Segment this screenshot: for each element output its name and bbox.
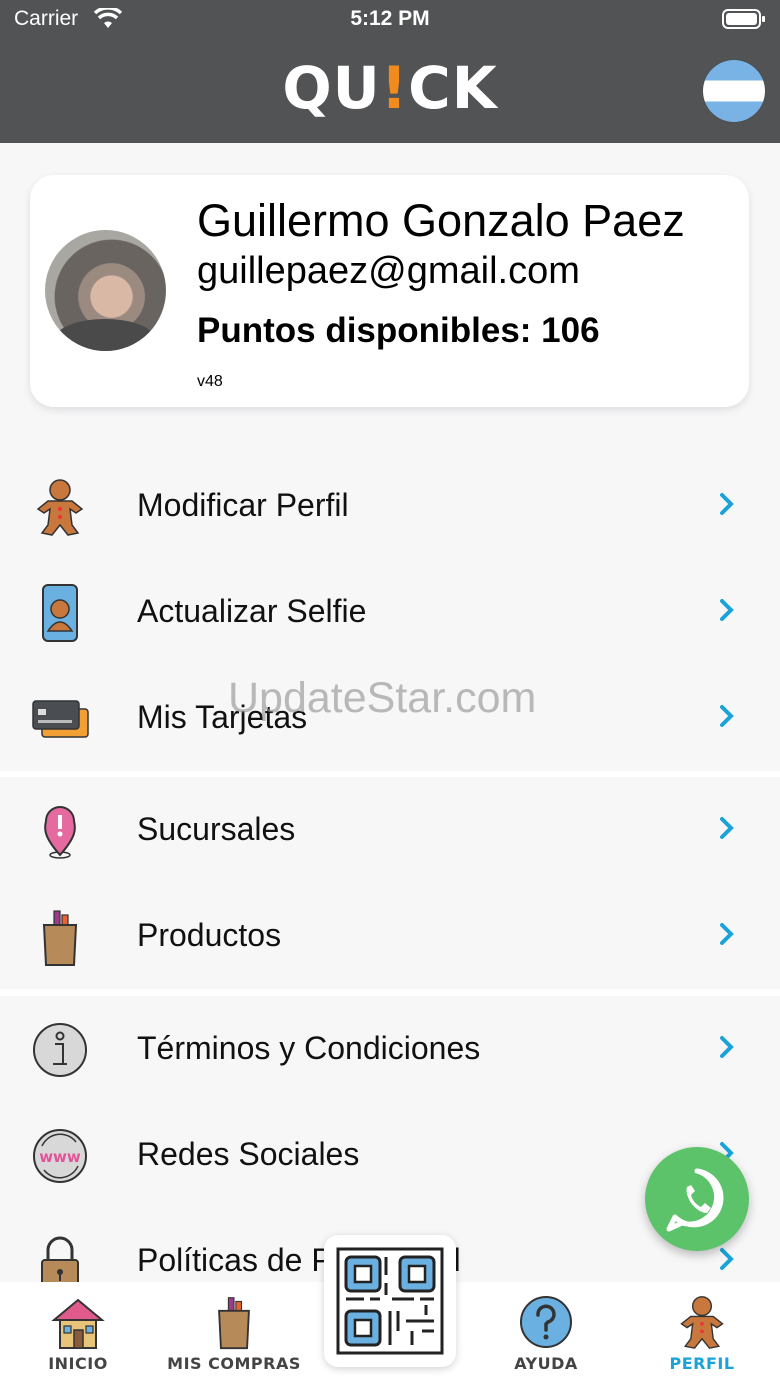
profile-email: guillepaez@gmail.com: [197, 250, 580, 292]
question-icon: [520, 1296, 572, 1348]
tab-inicio[interactable]: INICIO: [0, 1282, 156, 1387]
menu-item-label: Términos y Condiciones: [137, 1030, 481, 1066]
carrier-label: Carrier: [14, 7, 79, 30]
www-icon: www: [33, 1129, 87, 1183]
grocery-bag-icon: [218, 1297, 250, 1350]
house-icon: [51, 1298, 105, 1349]
wifi-icon: [94, 8, 122, 28]
app-version: v48: [197, 373, 223, 390]
profile-name: Guillermo Gonzalo Paez: [197, 195, 685, 246]
credit-card-icon: [32, 700, 89, 738]
chevron-right-icon: [720, 817, 734, 839]
menu-item-actualizar-selfie[interactable]: Actualizar Selfie: [0, 559, 780, 665]
tab-perfil[interactable]: PERFIL: [624, 1282, 780, 1387]
profile-points: Puntos disponibles: 106: [197, 311, 600, 350]
svg-text:www: www: [39, 1148, 81, 1166]
menu-item-label: Actualizar Selfie: [137, 593, 367, 629]
menu-item-label: Productos: [137, 917, 282, 953]
app-header: QU!CK: [0, 40, 780, 143]
profile-card: Guillermo Gonzalo Paez guillepaez@gmail.…: [30, 175, 749, 407]
gingerbread-icon: [36, 479, 84, 536]
menu-item-mis-tarjetas[interactable]: Mis Tarjetas: [0, 665, 780, 771]
menu-item-label: Redes Sociales: [137, 1136, 360, 1172]
tab-label: INICIO: [48, 1354, 108, 1373]
whatsapp-icon: [666, 1168, 724, 1232]
tab-ayuda[interactable]: AYUDA: [468, 1282, 624, 1387]
menu-group-store: Sucursales Productos: [0, 777, 780, 989]
grocery-bag-icon: [42, 910, 78, 966]
chevron-right-icon: [720, 599, 734, 621]
menu-item-sucursales[interactable]: Sucursales: [0, 777, 780, 883]
menu-item-terminos[interactable]: Términos y Condiciones: [0, 996, 780, 1102]
qr-code-icon: [336, 1247, 444, 1355]
whatsapp-button[interactable]: [645, 1147, 749, 1251]
gingerbread-icon: [680, 1296, 724, 1349]
tab-mis-compras[interactable]: MIS COMPRAS: [156, 1282, 312, 1387]
menu-item-modificar-perfil[interactable]: Modificar Perfil: [0, 453, 780, 559]
argentina-flag-icon[interactable]: [703, 60, 765, 122]
status-bar: Carrier 5:12 PM: [0, 0, 780, 40]
chevron-right-icon: [720, 923, 734, 945]
menu-item-label: Modificar Perfil: [137, 487, 349, 523]
qr-scan-button[interactable]: [324, 1235, 456, 1367]
menu-item-label: Mis Tarjetas: [137, 699, 308, 735]
menu-item-productos[interactable]: Productos: [0, 883, 780, 989]
menu-item-label: Sucursales: [137, 811, 296, 847]
tab-label: AYUDA: [514, 1354, 578, 1373]
location-pin-icon: [44, 806, 76, 859]
chevron-right-icon: [720, 493, 734, 515]
battery-icon: [722, 9, 765, 29]
tab-label: PERFIL: [669, 1354, 735, 1373]
tab-label: MIS COMPRAS: [167, 1354, 301, 1373]
quick-logo: QU!CK: [282, 54, 498, 122]
menu-group-account: Modificar Perfil Actualizar Selfie Mis T…: [0, 453, 780, 771]
info-icon: [33, 1023, 87, 1077]
phone-selfie-icon: [42, 584, 78, 642]
avatar: [45, 230, 166, 351]
chevron-right-icon: [720, 1036, 734, 1058]
chevron-right-icon: [720, 705, 734, 727]
